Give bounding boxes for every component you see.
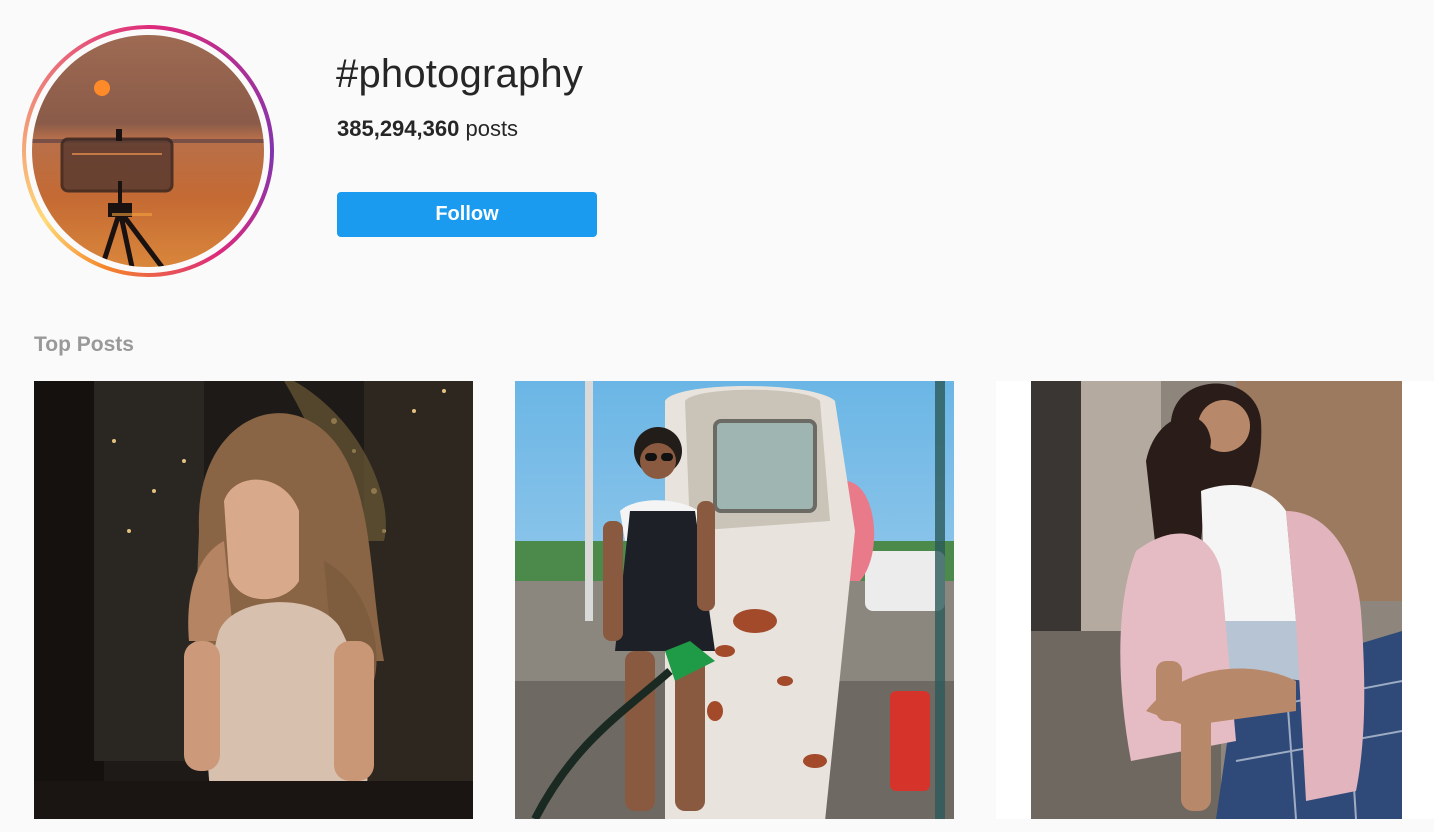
posts-count-number: 385,294,360 xyxy=(337,116,460,141)
post-3-image xyxy=(996,381,1434,819)
post-2[interactable] xyxy=(515,381,954,819)
hashtag-title: #photography xyxy=(336,52,584,96)
post-3[interactable] xyxy=(996,381,1434,819)
hashtag-page: #photography 385,294,360 posts Follow To… xyxy=(0,0,1434,832)
top-posts-heading: Top Posts xyxy=(34,333,134,356)
post-1[interactable] xyxy=(34,381,473,819)
post-1-image xyxy=(34,381,473,819)
posts-count: 385,294,360 posts xyxy=(337,116,518,142)
sunset-photo-image xyxy=(32,35,264,267)
follow-button[interactable]: Follow xyxy=(337,192,597,237)
post-2-image xyxy=(515,381,954,819)
hashtag-avatar[interactable] xyxy=(22,25,274,277)
posts-count-suffix: posts xyxy=(465,116,519,141)
